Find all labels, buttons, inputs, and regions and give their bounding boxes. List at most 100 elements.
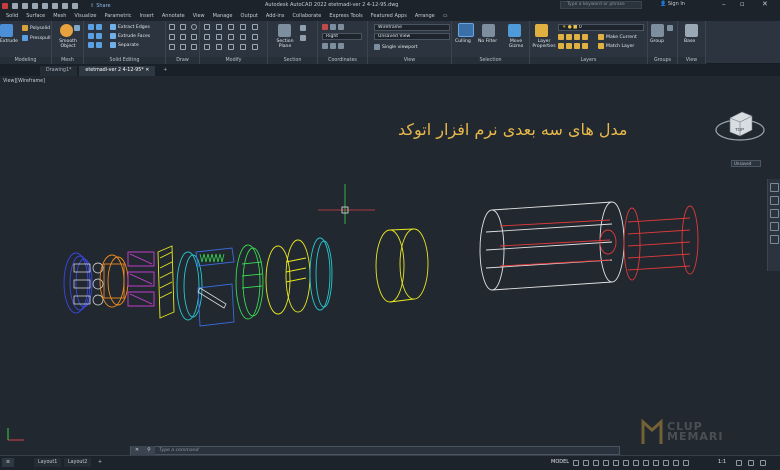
intersect-button[interactable] <box>88 33 102 39</box>
tab-add-ins[interactable]: Add-ins <box>262 11 289 21</box>
layer-on-icon[interactable] <box>558 43 564 49</box>
extrude-icon[interactable] <box>0 24 13 37</box>
layer-properties-icon[interactable] <box>535 24 548 37</box>
tab-visualize[interactable]: Visualize <box>70 11 100 21</box>
make-current-button[interactable]: Make Current <box>598 34 637 40</box>
mesh-tool-button[interactable] <box>74 25 80 31</box>
transparency-icon[interactable] <box>643 460 649 466</box>
ellipse-icon[interactable] <box>180 44 186 50</box>
model-space-toggle[interactable]: MODEL <box>551 459 569 465</box>
isodraft-icon[interactable] <box>613 460 619 466</box>
showmotion-icon[interactable] <box>770 235 779 244</box>
minimize-icon[interactable]: – <box>722 0 726 8</box>
tab-surface[interactable]: Surface <box>22 11 49 21</box>
section-tool-1[interactable] <box>300 25 306 31</box>
save-icon[interactable] <box>32 2 38 9</box>
settings-gear-icon[interactable] <box>736 460 742 466</box>
model-viewport[interactable]: View][Wireframe] مدل های سه بعدی نرم افز… <box>0 76 780 444</box>
erase-icon[interactable] <box>252 34 258 40</box>
no-filter-icon[interactable] <box>482 24 495 37</box>
visual-style-dropdown[interactable]: Wireframe <box>374 24 450 31</box>
ucs-x-icon[interactable] <box>322 43 328 49</box>
spline-icon[interactable] <box>169 44 175 50</box>
model-tab[interactable]: ≡ <box>2 458 15 467</box>
tab-annotate[interactable]: Annotate <box>158 11 189 21</box>
ucs-world-icon[interactable] <box>330 24 336 30</box>
ortho-icon[interactable] <box>593 460 599 466</box>
isolate-objects-icon[interactable] <box>748 460 754 466</box>
explode-icon[interactable] <box>216 44 222 50</box>
slice-button[interactable] <box>88 42 102 48</box>
smooth-object-icon[interactable] <box>60 24 73 37</box>
rotate-icon[interactable] <box>216 24 222 30</box>
polysolid-button[interactable]: Polysolid <box>22 25 50 31</box>
group-icon[interactable] <box>651 24 664 37</box>
tab-parametric[interactable]: Parametric <box>100 11 135 21</box>
layout-tab-2[interactable]: Layout2 <box>64 458 92 467</box>
layer-off-icon[interactable] <box>558 34 564 40</box>
rectangle-icon[interactable] <box>180 34 186 40</box>
join-icon[interactable] <box>240 44 246 50</box>
maximize-icon[interactable]: ▫ <box>740 0 745 8</box>
3d-osnap-icon[interactable] <box>663 460 669 466</box>
tab-output[interactable]: Output <box>237 11 262 21</box>
presspull-button[interactable]: Presspull <box>22 35 50 41</box>
add-layout-icon[interactable]: + <box>94 458 106 467</box>
match-layer-button[interactable]: Match Layer <box>598 43 634 49</box>
command-line[interactable]: ✕ ⚲ Type a command <box>130 446 620 455</box>
ucs-z-icon[interactable] <box>338 43 344 49</box>
tab-solid[interactable]: Solid <box>2 11 22 21</box>
save-as-icon[interactable] <box>42 2 48 9</box>
doc-tab-drawing1[interactable]: Drawing1* <box>40 66 78 76</box>
line-icon[interactable] <box>169 24 175 30</box>
open-file-icon[interactable] <box>22 2 28 9</box>
extract-edges-button[interactable]: Extract Edges <box>110 24 150 30</box>
polyline-icon[interactable] <box>180 24 186 30</box>
section-tool-2[interactable] <box>300 35 306 41</box>
polygon-icon[interactable] <box>191 44 197 50</box>
layer-freeze-icon[interactable] <box>574 34 580 40</box>
tab-featured-apps[interactable]: Featured Apps <box>367 11 411 21</box>
doc-tab-close-icon[interactable]: ✕ <box>145 68 149 73</box>
stretch-icon[interactable] <box>216 34 222 40</box>
subtract-icon[interactable] <box>96 24 102 30</box>
command-settings-icon[interactable]: ⚲ <box>143 446 155 455</box>
break-icon[interactable] <box>252 44 258 50</box>
layer-unisolate-icon[interactable] <box>566 43 572 49</box>
base-view-icon[interactable] <box>685 24 698 37</box>
redo-icon[interactable] <box>72 2 78 9</box>
object-snap-icon[interactable] <box>623 460 629 466</box>
named-view-dropdown[interactable]: Unsaved View <box>374 33 450 40</box>
pan-icon[interactable] <box>770 196 779 205</box>
lineweight-icon[interactable] <box>633 460 639 466</box>
annotation-scale[interactable]: 1:1 <box>718 459 726 465</box>
share-button[interactable]: ⇪ Share <box>90 3 111 9</box>
start-tab[interactable] <box>2 66 38 76</box>
interfere-icon[interactable] <box>96 33 102 39</box>
viewcube[interactable]: TOP <box>714 104 766 156</box>
grid-icon[interactable] <box>573 460 579 466</box>
print-icon[interactable] <box>52 2 58 9</box>
tab-view[interactable]: View <box>189 11 209 21</box>
viewport-config-button[interactable]: Single viewport <box>374 44 418 50</box>
undo-icon[interactable] <box>62 2 68 9</box>
extrude-faces-button[interactable]: Extrude Faces <box>110 33 150 39</box>
command-input[interactable]: Type a command <box>155 448 199 453</box>
customize-menu-icon[interactable] <box>760 460 766 466</box>
hatch-icon[interactable] <box>191 34 197 40</box>
layer-thaw-icon[interactable] <box>574 43 580 49</box>
tab-mesh[interactable]: Mesh <box>49 11 70 21</box>
ungroup-button[interactable] <box>667 25 673 31</box>
orbit-icon[interactable] <box>770 222 779 231</box>
layer-unlock-icon[interactable] <box>582 43 588 49</box>
move-gizmo-icon[interactable] <box>508 24 521 37</box>
arc-icon[interactable] <box>169 34 175 40</box>
ucs-y-icon[interactable] <box>330 43 336 49</box>
mirror-icon[interactable] <box>252 24 258 30</box>
offset-icon[interactable] <box>204 44 210 50</box>
ribbon-toggle-icon[interactable]: ▭ <box>439 11 452 21</box>
section-plane-icon[interactable] <box>278 24 291 37</box>
layer-isolate-icon[interactable] <box>566 34 572 40</box>
workspace-icon[interactable] <box>683 460 689 466</box>
union-button[interactable] <box>88 24 102 30</box>
